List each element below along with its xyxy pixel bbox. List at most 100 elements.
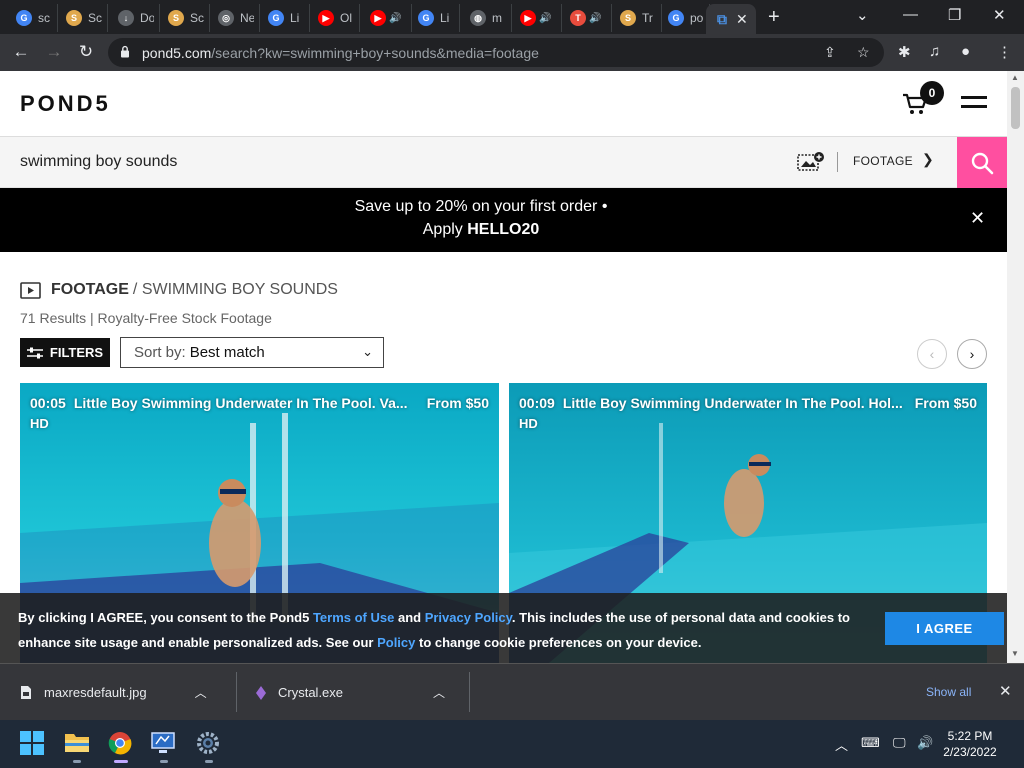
close-promo-icon[interactable]: ✕	[970, 208, 985, 229]
search-input[interactable]: swimming boy sounds	[20, 153, 177, 171]
browser-tab[interactable]: G Li	[260, 4, 310, 32]
browser-tab[interactable]: S Sc	[160, 4, 210, 32]
image-file-icon	[21, 686, 31, 699]
bookmark-star-icon[interactable]: ☆	[857, 44, 870, 61]
tab-title: Sc	[190, 11, 204, 25]
browser-tab[interactable]: ◍ m	[462, 4, 512, 32]
tab-active-pond5[interactable]: ⧉ ✕	[706, 4, 756, 34]
browser-tab[interactable]: Gpo	[660, 4, 710, 32]
browser-tab[interactable]: ▶ Ol	[310, 4, 360, 32]
prev-page-button[interactable]: ‹	[917, 339, 947, 369]
browser-tab[interactable]: ↓ Do	[110, 4, 160, 32]
next-page-button[interactable]: ›	[957, 339, 987, 369]
audio-playing-icon[interactable]: 🔊	[389, 13, 401, 24]
network-icon[interactable]: 🖵	[893, 735, 906, 751]
chrome-icon: ◎	[218, 10, 234, 26]
close-downloads-icon[interactable]: ✕	[999, 682, 1012, 700]
audio-playing-icon[interactable]: 🔊	[539, 13, 551, 24]
browser-tab[interactable]: ▶ 🔊	[512, 4, 562, 32]
chevron-up-icon[interactable]: ︿	[433, 684, 445, 701]
reload-button[interactable]: ↻	[75, 41, 97, 63]
tab-title: Tr	[642, 11, 653, 25]
tab-title: Ol	[340, 11, 352, 25]
downloads-bar: maxresdefault.jpg ︿ Crystal.exe ︿ Show a…	[0, 663, 1024, 720]
tab-title: sc	[38, 11, 50, 25]
keyboard-icon[interactable]: ⌨	[861, 735, 880, 751]
pond5-logo[interactable]: POND5	[20, 91, 111, 117]
hamburger-menu-icon[interactable]	[961, 96, 987, 114]
close-window-button[interactable]: ✕	[993, 6, 1006, 24]
chevron-down-icon[interactable]: ❯	[922, 151, 934, 168]
scrollbar-thumb[interactable]	[1011, 87, 1020, 129]
tab-search-chevron-icon[interactable]: ⌄	[856, 6, 869, 24]
privacy-policy-link[interactable]: Privacy Policy	[425, 610, 512, 625]
browser-tab[interactable]: ◎ Ne	[210, 4, 260, 32]
filters-button[interactable]: FILTERS	[20, 338, 110, 367]
scroll-down-icon[interactable]: ▼	[1011, 649, 1019, 658]
minimize-button[interactable]: —	[903, 6, 918, 23]
restore-button[interactable]: ❐	[948, 6, 961, 24]
video-footage-icon	[20, 281, 41, 299]
browser-tab[interactable]: Gsc	[8, 4, 58, 32]
windows-start-icon[interactable]	[20, 731, 46, 757]
web-page: POND5 0 swimming boy sounds FOOTAGE ❯ Sa…	[0, 71, 1007, 663]
download-item[interactable]: maxresdefault.jpg ︿	[20, 664, 207, 721]
browser-tab[interactable]: T 🔊	[562, 4, 612, 32]
sliders-icon	[26, 347, 43, 358]
volume-icon[interactable]: 🔊	[917, 735, 933, 751]
close-tab-icon[interactable]: ✕	[736, 11, 748, 28]
promo-code: HELLO20	[467, 221, 540, 238]
file-explorer-icon[interactable]	[64, 731, 90, 763]
back-button[interactable]: ←	[10, 41, 32, 63]
remote-desktop-icon[interactable]	[151, 731, 177, 763]
chevron-up-icon[interactable]: ︿	[195, 684, 207, 701]
page-scrollbar[interactable]: ▲ ▼	[1007, 71, 1024, 663]
browser-tab[interactable]: S Sc	[58, 4, 108, 32]
chevron-up-icon[interactable]: ︿	[835, 735, 848, 754]
cookie-consent-banner: By clicking I AGREE, you consent to the …	[0, 593, 1007, 663]
search-button[interactable]	[957, 137, 1007, 188]
chrome-icon[interactable]	[108, 731, 134, 763]
browser-menu-icon[interactable]: ⋮	[997, 43, 1012, 61]
image-search-icon[interactable]	[796, 150, 826, 174]
tab-title: Li	[290, 11, 300, 25]
shield-icon: S	[168, 10, 184, 26]
new-tab-button[interactable]: +	[768, 6, 780, 29]
promo-text-line2: Apply HELLO20	[422, 221, 540, 238]
audio-playing-icon[interactable]: 🔊	[589, 13, 601, 24]
profile-avatar-icon[interactable]: ●	[961, 43, 970, 60]
youtube-icon: ▶	[370, 10, 386, 26]
breadcrumb-term: / SWIMMING BOY SOUNDS	[132, 281, 338, 298]
browser-tab[interactable]: ▶ 🔊	[362, 4, 412, 32]
policy-link[interactable]: Policy	[377, 635, 415, 650]
download-icon: ↓	[118, 10, 134, 26]
agree-button[interactable]: I AGREE	[885, 612, 1004, 645]
breadcrumb-category[interactable]: FOOTAGE	[51, 281, 129, 299]
chevron-down-icon: ⌄	[362, 344, 373, 359]
sort-dropdown[interactable]: Sort by: Best match ⌄	[120, 337, 384, 368]
tab-title: po	[690, 11, 704, 25]
forward-button[interactable]: →	[43, 41, 65, 63]
t-icon: T	[570, 10, 586, 26]
browser-tab[interactable]: S Tr	[612, 4, 662, 32]
download-item[interactable]: Crystal.exe ︿	[256, 664, 445, 721]
address-bar[interactable]: pond5.com/search?kw=swimming+boy+sounds&…	[108, 38, 884, 67]
terms-of-use-link[interactable]: Terms of Use	[313, 610, 394, 625]
media-control-icon[interactable]: ♫	[929, 43, 940, 60]
tab-title: Sc	[88, 11, 102, 25]
extensions-puzzle-icon[interactable]: ✱	[898, 43, 911, 61]
show-all-downloads-link[interactable]: Show all	[926, 685, 971, 699]
tab-title: Do	[140, 11, 154, 25]
url-text: pond5.com/search?kw=swimming+boy+sounds&…	[142, 45, 539, 61]
shield-icon: S	[620, 10, 636, 26]
browser-toolbar: ← → ↻ pond5.com/search?kw=swimming+boy+s…	[0, 34, 1024, 71]
clip-price: From $50	[914, 395, 977, 411]
scroll-up-icon[interactable]: ▲	[1011, 73, 1019, 82]
browser-tab[interactable]: G Li	[410, 4, 460, 32]
settings-gear-icon[interactable]	[196, 731, 222, 763]
share-icon[interactable]: ⇪	[824, 44, 836, 61]
media-type-dropdown[interactable]: FOOTAGE	[853, 154, 913, 168]
globe-icon: ◍	[470, 10, 486, 26]
system-clock[interactable]: 5:22 PM 2/23/2022	[940, 728, 1000, 760]
clip-title: 00:05 Little Boy Swimming Underwater In T…	[30, 395, 408, 411]
